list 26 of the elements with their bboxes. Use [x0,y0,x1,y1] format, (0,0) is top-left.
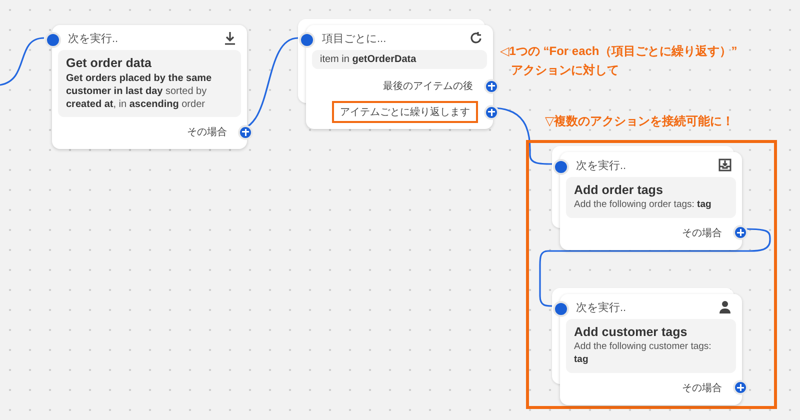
download-tray-icon [718,158,732,172]
action-description: Add the following order tags: tag [574,199,712,212]
annotation-text: ◁1つの “For each（項目ごとに繰り返す）” アクションに対して [500,43,738,80]
action-title: Get order data [66,56,152,70]
refresh-icon [469,31,483,45]
branch-label: その場合 [186,126,228,140]
add-step-button[interactable] [733,225,748,240]
loop-expression: item in getOrderData [312,50,487,69]
card-header: 項目ごとに... [322,32,386,46]
action-title: Add order tags [574,183,664,197]
action-title: Add customer tags [574,325,688,339]
branch-label: その場合 [681,382,723,396]
card-header: 次を実行.. [68,32,118,46]
card-header: 次を実行.. [576,158,626,172]
action-description: Get orders placed by the same customer in last day sorted by created at, in ascending order [66,72,213,111]
branch-label: その場合 [681,226,723,241]
download-icon [223,31,237,45]
add-step-button[interactable] [733,380,748,396]
card-header: 次を実行.. [576,300,626,314]
action-description: Add the following customer tags: tag [574,341,712,367]
person-icon [718,300,732,314]
branch-label: 最後のアイテムの後 [382,80,474,94]
branch-label: アイテムごとに繰り返します [332,101,478,123]
annotation-text: ▽複数のアクションを接続可能に！ [545,113,734,130]
input-port[interactable] [45,32,61,48]
connector-line [0,37,44,86]
